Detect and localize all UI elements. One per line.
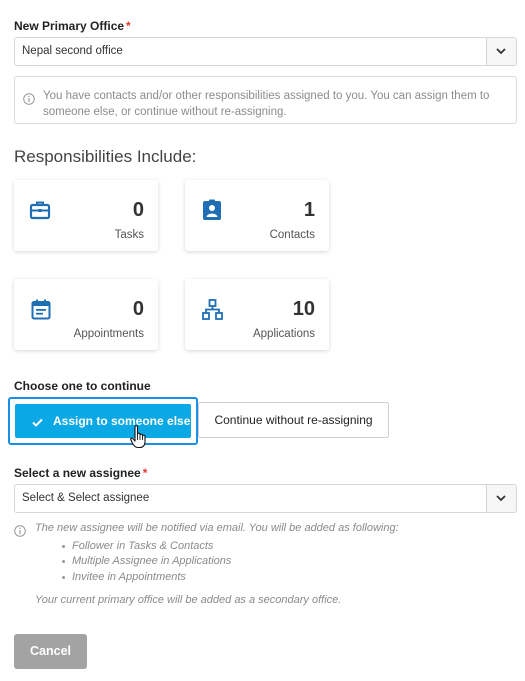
- note-secondary: Your current primary office will be adde…: [35, 594, 342, 606]
- continue-without-reassigning-button[interactable]: Continue without re-assigning: [198, 402, 389, 438]
- hand-cursor-icon: [130, 425, 148, 454]
- cancel-button[interactable]: Cancel: [14, 634, 87, 669]
- primary-office-label: New Primary Office *: [14, 19, 131, 33]
- required-mark: *: [126, 19, 131, 33]
- contact-badge-icon: [202, 199, 222, 226]
- appointments-card: 0 Appointments: [14, 279, 158, 350]
- note-intro: The new assignee will be notified via em…: [35, 522, 399, 534]
- applications-label: Applications: [252, 328, 315, 340]
- tasks-card: 0 Tasks: [14, 180, 158, 251]
- list-item: Multiple Assignee in Applications: [62, 554, 505, 570]
- assignee-select[interactable]: Select & Select assignee: [14, 484, 517, 513]
- list-item: Invitee in Appointments: [62, 570, 505, 586]
- assign-button-label: Assign to someone else: [53, 414, 191, 428]
- applications-card: 10 Applications: [185, 279, 329, 350]
- check-icon: [32, 416, 43, 430]
- assign-to-someone-else-button[interactable]: Assign to someone else: [15, 404, 191, 438]
- note-list: Follower in Tasks & Contacts Multiple As…: [35, 539, 505, 586]
- info-message-text: You have contacts and/or other responsib…: [43, 90, 490, 118]
- assign-focus-ring: Assign to someone else: [8, 397, 198, 445]
- briefcase-icon: [29, 200, 51, 225]
- assignee-label: Select a new assignee *: [14, 466, 148, 480]
- tasks-label: Tasks: [114, 229, 144, 241]
- info-icon: [23, 92, 35, 110]
- appointments-count: 0: [132, 298, 144, 320]
- chevron-down-icon: [496, 48, 506, 55]
- tasks-count: 0: [132, 199, 144, 221]
- info-icon: [14, 524, 26, 542]
- primary-office-dropdown-button[interactable]: [486, 38, 516, 65]
- required-mark: *: [142, 466, 148, 480]
- primary-office-select[interactable]: Nepal second office: [14, 37, 517, 66]
- appointments-label: Appointments: [73, 328, 144, 340]
- responsibilities-title: Responsibilities Include:: [14, 147, 197, 166]
- calendar-icon: [31, 299, 51, 325]
- primary-office-value: Nepal second office: [22, 45, 123, 57]
- assignee-placeholder: Select & Select assignee: [22, 492, 150, 504]
- workflow-icon: [202, 299, 224, 325]
- choose-option-label: Choose one to continue: [14, 379, 151, 393]
- assignee-dropdown-button[interactable]: [486, 485, 516, 512]
- info-message-box: You have contacts and/or other responsib…: [14, 76, 517, 124]
- list-item: Follower in Tasks & Contacts: [62, 539, 505, 555]
- chevron-down-icon: [496, 495, 506, 502]
- contacts-count: 1: [303, 199, 315, 221]
- applications-count: 10: [292, 298, 315, 320]
- contacts-label: Contacts: [269, 229, 315, 241]
- contacts-card: 1 Contacts: [185, 180, 329, 251]
